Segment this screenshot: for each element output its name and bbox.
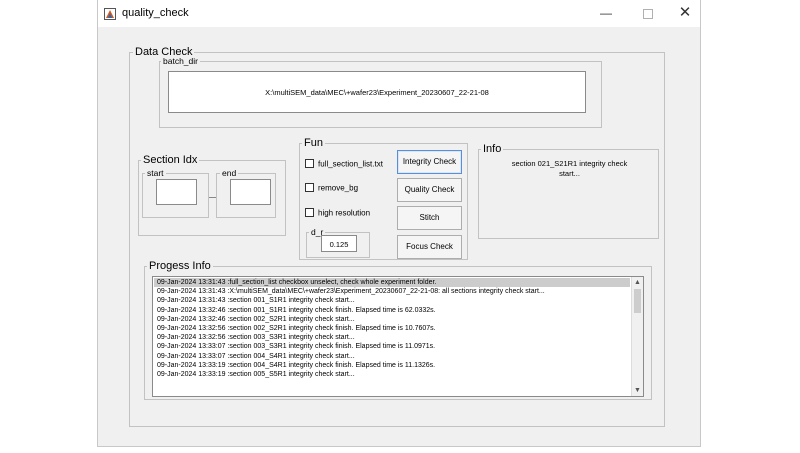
d-r-panel: d_r 0.125 [306,227,370,258]
start-legend: start [145,168,166,178]
window-title: quality_check [122,7,189,19]
list-item[interactable]: 09-Jan-2024 13:33:19 :section 005_S5R1 i… [154,370,630,379]
section-idx-legend: Section Idx [141,154,200,166]
checkbox-label: full_section_list.txt [318,159,383,169]
checkbox-label: high resolution [318,208,371,218]
minimize-button[interactable]: — [596,3,616,23]
list-item[interactable]: 09-Jan-2024 13:31:43 :section 001_S1R1 i… [154,296,630,305]
chevron-up-icon[interactable]: ▲ [632,277,643,288]
high-resolution-checkbox[interactable]: high resolution [305,208,371,218]
list-item[interactable]: 09-Jan-2024 13:32:56 :section 002_S2R1 i… [154,324,630,333]
focus-check-button[interactable]: Focus Check [397,235,462,259]
fun-legend: Fun [302,137,325,149]
log-scrollbar[interactable]: ▲ ▼ [631,277,643,396]
maximize-button[interactable] [638,3,658,23]
full-section-list-checkbox[interactable]: full_section_list.txt [305,159,383,169]
chevron-down-icon[interactable]: ▼ [632,385,643,396]
batch-dir-field[interactable]: X:\multiSEM_data\MEC\+wafer23\Experiment… [168,71,586,113]
scrollbar-thumb[interactable] [634,289,641,313]
list-item[interactable]: 09-Jan-2024 13:33:07 :section 003_S3R1 i… [154,342,630,351]
list-item[interactable]: 09-Jan-2024 13:32:46 :section 002_S2R1 i… [154,315,630,324]
range-separator [209,197,216,198]
list-item[interactable]: 09-Jan-2024 13:31:43 :X:\multiSEM_data\M… [154,287,630,296]
matlab-figure-icon [104,7,116,20]
integrity-check-button[interactable]: Integrity Check [397,150,462,174]
list-item[interactable]: 09-Jan-2024 13:32:46 :section 001_S1R1 i… [154,306,630,315]
title-bar: quality_check — ✕ [98,0,700,27]
checkbox-box[interactable] [305,183,314,193]
checkbox-box[interactable] [305,159,314,169]
checkbox-box[interactable] [305,208,314,218]
start-input[interactable] [156,179,197,205]
end-legend: end [220,168,239,178]
data-check-panel: Data Check batch_dir X:\multiSEM_data\ME… [129,46,665,427]
stitch-button[interactable]: Stitch [397,206,462,230]
remove-bg-checkbox[interactable]: remove_bg [305,183,359,193]
batch-dir-legend: batch_dir [161,56,200,66]
info-line-1: section 021_S21R1 integrity check [511,159,628,168]
end-panel: end [216,168,276,218]
start-panel: start [142,168,209,218]
checkbox-label: remove_bg [318,183,359,193]
quality-check-button[interactable]: Quality Check [397,178,462,202]
info-panel: Info section 021_S21R1 integrity check s… [478,143,659,239]
progress-info-legend: Progess Info [147,260,213,272]
list-item[interactable]: 09-Jan-2024 13:33:19 :section 004_S4R1 i… [154,361,630,370]
app-window: quality_check — ✕ Data Check batch_dir X… [97,0,701,447]
progress-log-list[interactable]: 09-Jan-2024 13:31:43 :full_section_list … [152,276,644,397]
info-line-2: start... [559,169,580,178]
list-item[interactable]: 09-Jan-2024 13:31:43 :full_section_list … [154,278,630,288]
end-input[interactable] [230,179,271,205]
d-r-input[interactable]: 0.125 [321,235,357,252]
list-item[interactable]: 09-Jan-2024 13:33:07 :section 004_S4R1 i… [154,352,630,361]
progress-info-panel: Progess Info 09-Jan-2024 13:31:43 :full_… [144,260,652,400]
batch-dir-panel: batch_dir X:\multiSEM_data\MEC\+wafer23\… [159,56,602,128]
info-legend: Info [481,143,504,155]
section-idx-panel: Section Idx start end [138,154,286,236]
fun-panel: Fun full_section_list.txt remove_bg high… [299,137,468,260]
log-items: 09-Jan-2024 13:31:43 :full_section_list … [154,278,630,379]
maximize-icon [643,8,653,19]
info-message: section 021_S21R1 integrity check start.… [483,159,656,179]
list-item[interactable]: 09-Jan-2024 13:32:56 :section 003_S3R1 i… [154,333,630,342]
close-button[interactable]: ✕ [674,3,696,23]
